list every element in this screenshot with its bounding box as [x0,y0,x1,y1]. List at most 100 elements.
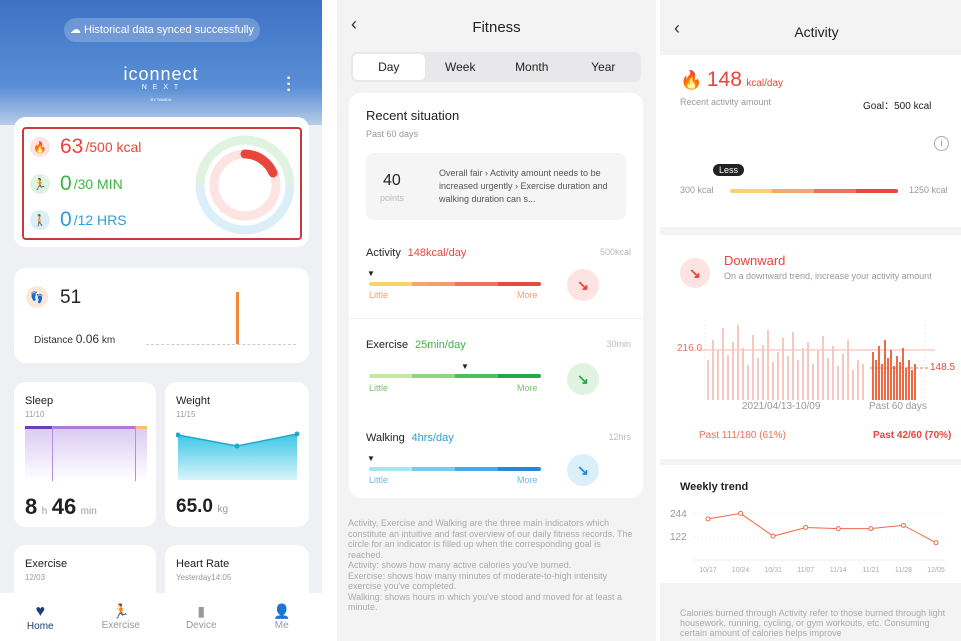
brand-logo-next: N E X T [141,84,181,91]
recent-situation-card: Recent situation Past 60 days 40 points … [349,93,643,498]
weekly-point[interactable] [868,526,874,532]
weight-value: 65.0 [176,496,213,517]
min-value: 0 [60,172,72,195]
brand-logo: iconnect [123,64,199,84]
sleep-card[interactable]: Sleep 11/10 8 h 46 min [14,382,156,527]
past-60-label: Past 60 days [869,401,927,412]
weekly-line-chart: 10/17 10/24 10/31 11/07 11/14 11/21 11/28 12/05 [693,510,945,574]
past-180-ratio: Past 111/180 (61%) [699,430,786,441]
sync-toast: ☁ Historical data synced successfully [64,18,260,42]
activity-amount: 🔥 148 kcal/day [680,68,783,92]
less-tag: Less [713,164,745,176]
hrs-goal: /12 HRS [73,212,127,228]
flame-icon: 🔥 [680,70,703,90]
footsteps-icon: 👣 [26,286,48,308]
weekly-x-tick: 11/14 [830,567,847,574]
tab-week[interactable]: Week [425,54,497,80]
period-selector: Day Week Month Year [351,52,641,82]
y-label-left: 216.0 [677,343,703,354]
trend-description: On a downward trend, increase your activ… [724,271,932,281]
heart-rate-date: Yesterday14:05 [176,573,232,582]
tab-home[interactable]: ♥ Home [0,593,81,641]
sleep-title: Sleep [25,395,54,407]
sync-toast-text: Historical data synced successfully [84,24,255,36]
weight-chart [176,431,300,480]
weekly-x-tick: 10/31 [764,567,782,574]
hrs-value: 0 [60,208,72,231]
more-options-icon[interactable]: · · · [284,71,294,99]
score-box[interactable]: 40 points Overall fair › Activity amount… [366,153,626,220]
walking-trend-down-icon[interactable]: ↘ [567,454,599,486]
history-bar-chart [700,320,935,400]
exercise-trend-down-icon[interactable]: ↘ [567,363,599,395]
activity-rings-card[interactable]: 🔥 63 /500 kcal 🏃 0 /30 MIN 🚶 0 /12 HRS [14,117,309,247]
weekly-x-tick: 10/17 [699,567,717,574]
walking-scale-bar [369,467,541,471]
walking-value: 4hrs/day [411,432,454,444]
activity-unit: kcal/day [746,78,784,89]
sleep-minutes-unit: min [80,506,97,517]
heart-icon: ♥ [35,602,46,620]
range-high: 1250 kcal [909,185,948,195]
exercise-row[interactable]: Exercise 25min/day [366,339,466,351]
weekly-point[interactable] [900,522,906,528]
activity-row[interactable]: Activity 148kcal/day [366,247,466,259]
runner-icon: 🏃 [112,603,130,619]
walking-more-label: More [517,475,538,485]
tab-day[interactable]: Day [353,54,425,80]
weight-title: Weight [176,395,211,407]
distance-value: 0.06 [75,332,100,346]
fitness-screen: ‹ Fitness Day Week Month Year Recent sit… [337,0,656,641]
weekly-point[interactable] [705,516,711,522]
sleep-hours: 8 [25,494,38,519]
steps-card[interactable]: 👣 51 Distance 0.06 km [14,268,309,363]
tab-device-label: Device [185,620,217,631]
weekly-x-tick: 10/24 [732,567,750,574]
tab-home-label: Home [26,620,54,632]
tab-me[interactable]: 👤 Me [242,593,323,641]
score-value: 40 [383,172,401,189]
info-description: Activity, Exercise and Walking are the t… [348,518,633,612]
sleep-hours-unit: h [41,506,48,517]
past-60-ratio: Past 42/60 (70%) [873,430,952,441]
distance-label: Distance [34,335,73,346]
page-title: Fitness [472,19,521,36]
activity-trend-down-icon[interactable]: ↘ [567,269,599,301]
tab-month[interactable]: Month [496,54,568,80]
tab-year[interactable]: Year [568,54,640,80]
tab-exercise[interactable]: 🏃 Exercise [81,593,162,641]
goal-value[interactable]: Goal：500 kcal [863,97,931,112]
weekly-point[interactable] [803,525,809,530]
heart-rate-title: Heart Rate [176,558,230,570]
kcal-value: 63 [60,135,84,158]
tab-me-label: Me [274,620,289,631]
recent-activity-label: Recent activity amount [680,97,772,107]
footer-description: Calories burned through Activity refer t… [680,608,946,638]
weekly-point[interactable] [835,526,841,532]
activity-value: 148 [706,68,742,91]
activity-summary-card: 🔥 148 kcal/day Recent activity amount Go… [660,55,961,227]
tab-device[interactable]: ▮ Device [161,593,242,641]
trend-title: Downward [724,253,786,268]
exercise-scale-bar [369,374,541,378]
recent-title: Recent situation [366,108,460,123]
weight-card[interactable]: Weight 11/15 65.0 kg [165,382,309,527]
exercise-label: Exercise [366,339,409,351]
activity-label: Activity [366,247,401,259]
score-label: points [380,193,405,203]
walking-row[interactable]: Walking 4hrs/day [366,432,454,444]
activity-little-label: Little [369,290,389,300]
footer-area: Calories burned through Activity refer t… [660,590,961,641]
exercise-run-icon: 🏃 [30,174,50,194]
activity-screen: ‹ Activity 🔥 148 kcal/day Recent activit… [660,0,961,641]
page-title: Activity [794,24,839,40]
steps-baseline [146,344,296,345]
weekly-point[interactable] [738,510,744,516]
info-icon[interactable]: i [934,136,949,151]
exercise-pointer-icon: ▼ [461,362,469,371]
activity-range-bar [730,189,898,193]
exercise-date: 12/03 [25,573,46,582]
exercise-title: Exercise [25,558,68,570]
weekly-point[interactable] [933,540,939,546]
weekly-point[interactable] [770,533,776,539]
